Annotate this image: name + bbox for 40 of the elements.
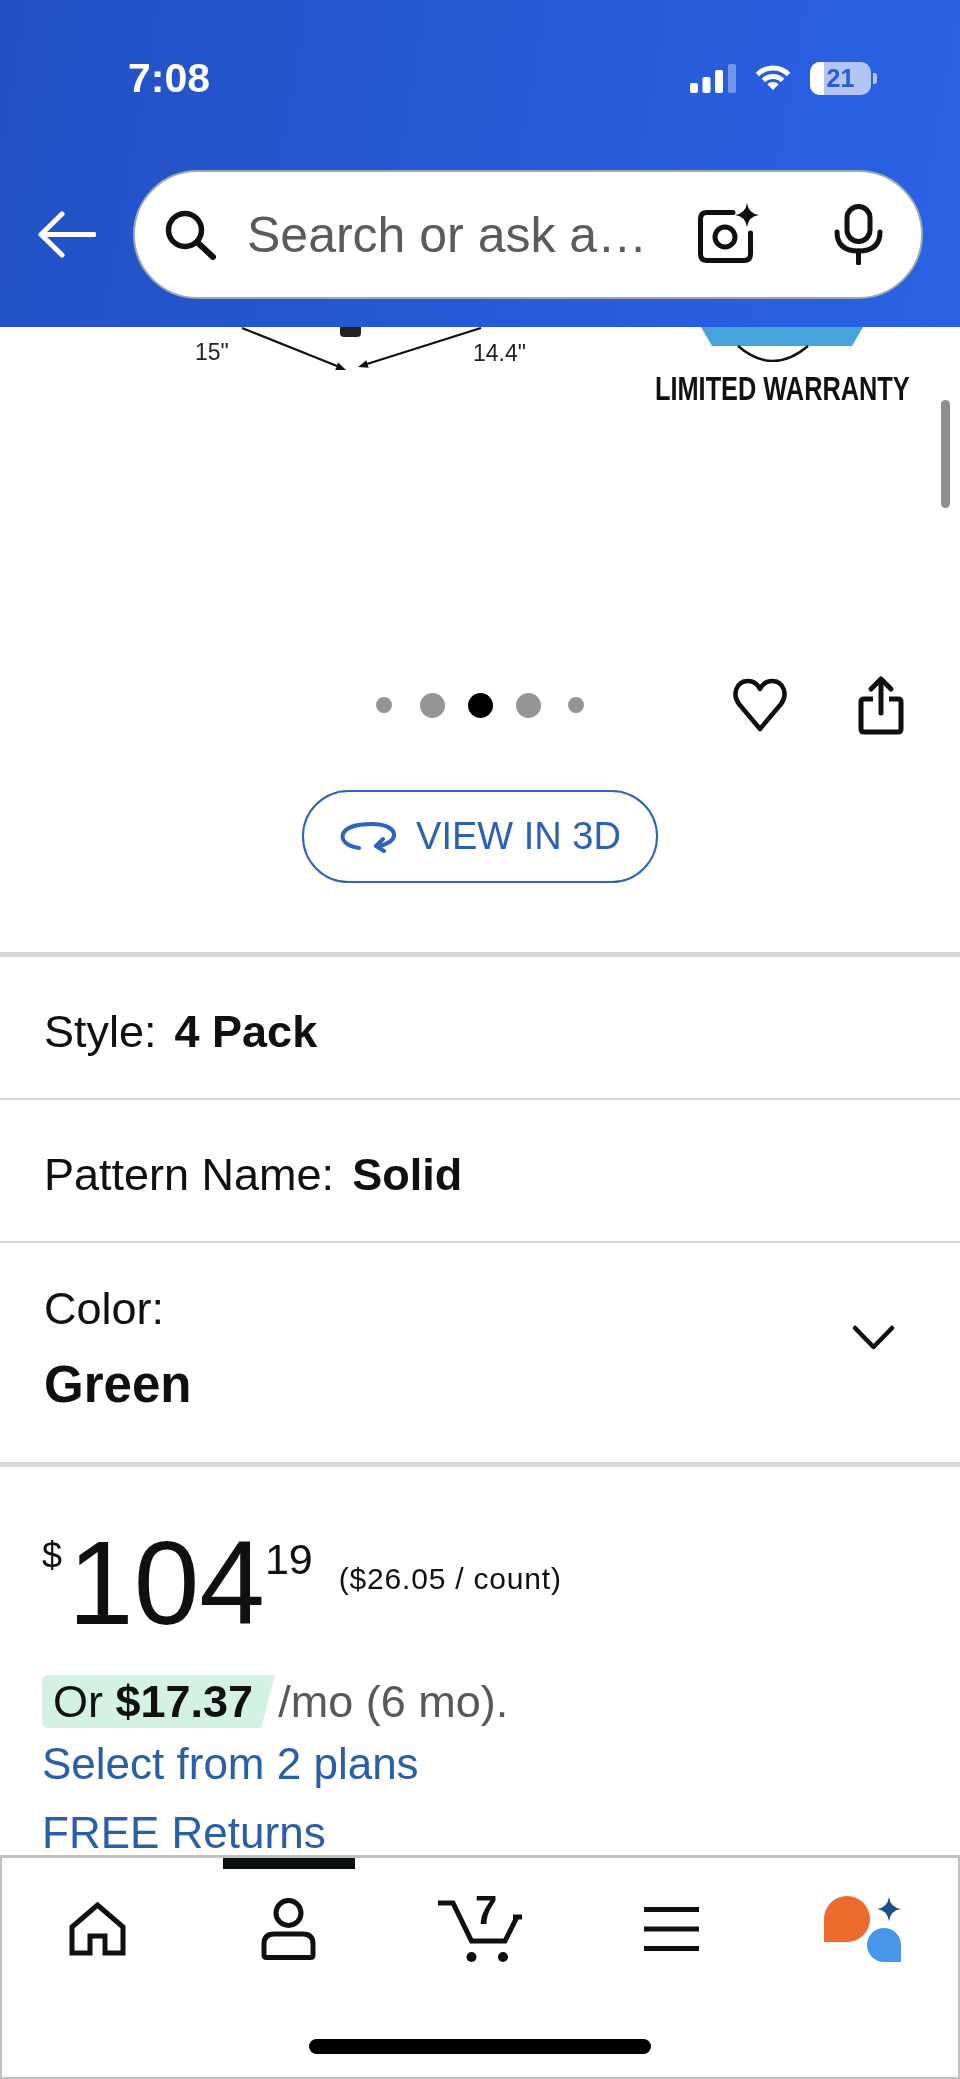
share-icon[interactable] <box>856 675 906 735</box>
back-arrow-icon[interactable] <box>37 211 96 258</box>
warranty-label: LIMITED WARRANTY <box>655 371 910 405</box>
option-label: Pattern Name: <box>44 1147 335 1202</box>
product-fragment-drawing <box>340 327 361 337</box>
page-dot[interactable] <box>467 692 493 718</box>
heart-icon[interactable] <box>731 676 789 734</box>
view-in-3d-button[interactable]: VIEW IN 3D <box>302 790 658 883</box>
page-dot[interactable] <box>568 697 584 713</box>
home-icon <box>69 1902 127 1956</box>
dimension-label: 15" <box>195 341 229 364</box>
battery-indicator: 21 <box>810 61 877 95</box>
option-value: Green <box>44 1355 192 1415</box>
wifi-icon <box>753 65 793 91</box>
payment-plans-link[interactable]: Select from 2 plans <box>42 1736 419 1792</box>
status-time: 7:08 <box>128 57 211 99</box>
microphone-icon[interactable] <box>833 204 884 265</box>
free-returns-link[interactable]: FREE Returns <box>42 1811 326 1855</box>
dimension-label: 14.4" <box>473 342 526 365</box>
chevron-down-icon[interactable] <box>851 1323 896 1352</box>
camera-sparkle-icon[interactable] <box>695 203 760 266</box>
unit-price: ($26.05 / count) <box>338 1564 562 1594</box>
search-icon <box>164 209 217 260</box>
page-dot[interactable] <box>419 692 445 718</box>
person-icon <box>261 1898 317 1960</box>
page-dot[interactable] <box>376 697 392 713</box>
option-value: 4 Pack <box>174 1004 318 1059</box>
search-field[interactable]: Search or ask a… <box>247 204 665 265</box>
page-dot[interactable] <box>515 692 541 718</box>
installment-offer: Or $17.37 <box>42 1675 276 1728</box>
rotate-3d-icon <box>339 820 398 853</box>
menu-icon <box>643 1907 699 1951</box>
installment-term: /mo (6 mo). <box>278 1675 509 1728</box>
option-label: Color: <box>44 1282 165 1336</box>
signal-icon <box>690 63 736 93</box>
cart-count: 7 <box>475 1890 498 1930</box>
option-label: Style: <box>44 1004 157 1059</box>
chat-bubbles-sparkle-icon <box>823 1896 901 1962</box>
cart-tab[interactable]: 7 <box>414 1858 546 2000</box>
option-value: Solid <box>352 1147 463 1202</box>
